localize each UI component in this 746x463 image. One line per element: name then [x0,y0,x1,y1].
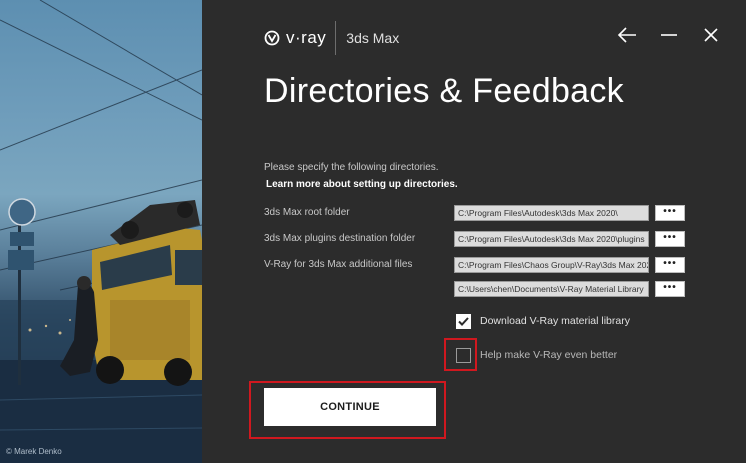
arrow-left-icon [617,27,636,43]
continue-button[interactable]: CONTINUE [264,388,436,426]
additional-files-input[interactable]: C:\Program Files\Chaos Group\V-Ray\3ds M… [454,257,649,273]
feedback-option[interactable]: Help make V-Ray even better [456,346,617,364]
brand-divider [335,21,337,55]
browse-plugins-folder-button[interactable]: ••• [655,231,685,247]
directory-row-root: 3ds Max root folder C:\Program Files\Aut… [264,205,685,223]
page-title: Directories & Feedback [264,72,624,110]
material-library-input[interactable]: C:\Users\chen\Documents\V-Ray Material L… [454,281,649,297]
minimize-icon [661,34,677,36]
installer-window: © Marek Denko v·ray 3ds Max Directories … [0,0,746,463]
setup-dialog: v·ray 3ds Max Directories & Feedback Ple… [202,0,746,463]
plugins-folder-input[interactable]: C:\Program Files\Autodesk\3ds Max 2020\p… [454,231,649,247]
street-scene-illustration [0,0,202,463]
directory-row-additional: V-Ray for 3ds Max additional files C:\Pr… [264,257,685,275]
close-icon [704,28,718,42]
learn-more-link[interactable]: Learn more about setting up directories. [266,179,458,190]
browse-material-library-button[interactable]: ••• [655,281,685,297]
download-library-label: Download V-Ray material library [480,315,630,327]
back-button[interactable] [616,24,638,46]
root-folder-input[interactable]: C:\Program Files\Autodesk\3ds Max 2020\ [454,205,649,221]
browse-root-folder-button[interactable]: ••• [655,205,685,221]
download-library-option[interactable]: Download V-Ray material library [456,312,630,330]
photo-credit: © Marek Denko [6,447,62,456]
directory-row-material-library: C:\Users\chen\Documents\V-Ray Material L… [264,281,685,299]
directory-row-plugins: 3ds Max plugins destination folder C:\Pr… [264,231,685,249]
vray-logo-icon [264,30,280,46]
window-controls [616,24,722,46]
feedback-label: Help make V-Ray even better [480,349,618,361]
download-library-checkbox[interactable] [456,313,471,329]
hero-photo: © Marek Denko [0,0,202,463]
browse-additional-files-button[interactable]: ••• [655,257,685,273]
vray-logo: v·ray [264,28,326,48]
instructions-text: Please specify the following directories… [264,162,439,173]
product-name: 3ds Max [346,30,400,46]
checkmark-icon [458,316,469,326]
directory-label: V-Ray for 3ds Max additional files [264,259,413,270]
directory-label: 3ds Max plugins destination folder [264,233,416,244]
feedback-checkbox-highlight [444,338,477,371]
brand-header: v·ray 3ds Max [264,21,400,55]
minimize-button[interactable] [658,24,680,46]
close-button[interactable] [700,24,722,46]
directory-label: 3ds Max root folder [264,207,350,218]
vray-logo-text: v·ray [286,28,327,47]
